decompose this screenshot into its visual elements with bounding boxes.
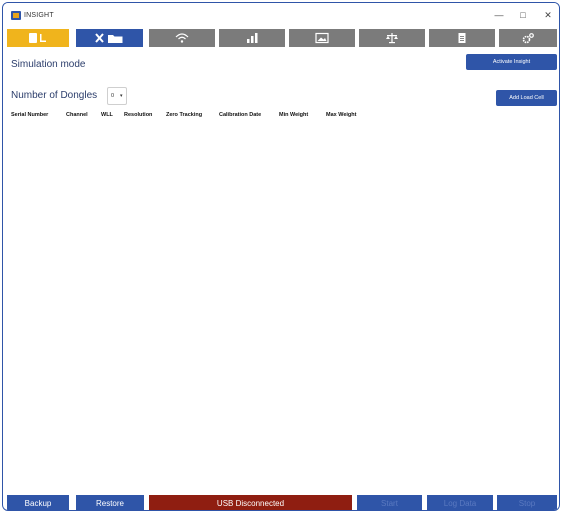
tools-folder-icon — [94, 33, 122, 43]
bar-chart-icon — [247, 33, 258, 43]
tab-image[interactable] — [289, 29, 355, 47]
simulation-mode-label: Simulation mode — [11, 59, 86, 70]
column-header-serial-number: Serial Number — [11, 112, 49, 118]
column-header-wll: WLL — [101, 112, 113, 118]
image-icon — [315, 32, 329, 44]
chevron-down-icon: ▾ — [120, 93, 123, 99]
column-header-channel: Channel — [66, 112, 88, 118]
tab-dongle-load[interactable] — [7, 29, 69, 47]
document-icon — [458, 33, 466, 43]
settings-gear-icon — [522, 33, 534, 44]
column-header-max-weight: Max Weight — [326, 112, 357, 118]
minimize-button[interactable]: — — [492, 9, 506, 21]
number-of-dongles-label: Number of Dongles — [11, 90, 98, 101]
tab-wireless[interactable] — [149, 29, 215, 47]
column-header-min-weight: Min Weight — [279, 112, 309, 118]
tab-tools[interactable] — [76, 29, 143, 47]
log-data-button[interactable]: Log Data — [427, 495, 493, 510]
app-logo-icon — [11, 11, 21, 20]
stop-button[interactable]: Stop — [497, 495, 557, 510]
column-header-resolution: Resolution — [124, 112, 153, 118]
title-bar: INSIGHT — □ ✕ — [3, 3, 559, 27]
activate-insight-button[interactable]: Activate Insight — [466, 54, 557, 70]
maximize-button[interactable]: □ — [516, 9, 530, 21]
column-header-zero-tracking: Zero Tracking — [166, 112, 203, 118]
close-button[interactable]: ✕ — [541, 9, 555, 21]
add-load-cell-button[interactable]: Add Load Cell — [496, 90, 557, 106]
restore-button[interactable]: Restore — [76, 495, 144, 510]
tab-bar — [3, 27, 559, 49]
dongle-file-icon — [29, 33, 46, 43]
tab-scale[interactable] — [359, 29, 425, 47]
usb-status-bar: USB Disconnected — [149, 495, 352, 510]
column-header-calibration-date: Calibration Date — [219, 112, 262, 118]
number-of-dongles-select[interactable]: 0 ▾ — [107, 87, 127, 105]
tab-settings[interactable] — [499, 29, 557, 47]
dongles-value: 0 — [111, 93, 115, 99]
start-button[interactable]: Start — [357, 495, 422, 510]
backup-button[interactable]: Backup — [7, 495, 69, 510]
window-title: INSIGHT — [24, 12, 54, 19]
bottom-toolbar: Backup Restore USB Disconnected Start Lo… — [3, 493, 559, 510]
balance-scale-icon — [386, 33, 398, 44]
tab-document[interactable] — [429, 29, 495, 47]
tab-chart[interactable] — [219, 29, 285, 47]
app-window: INSIGHT — □ ✕ Simulation mode Activate I… — [2, 2, 560, 511]
wifi-icon — [175, 33, 189, 43]
